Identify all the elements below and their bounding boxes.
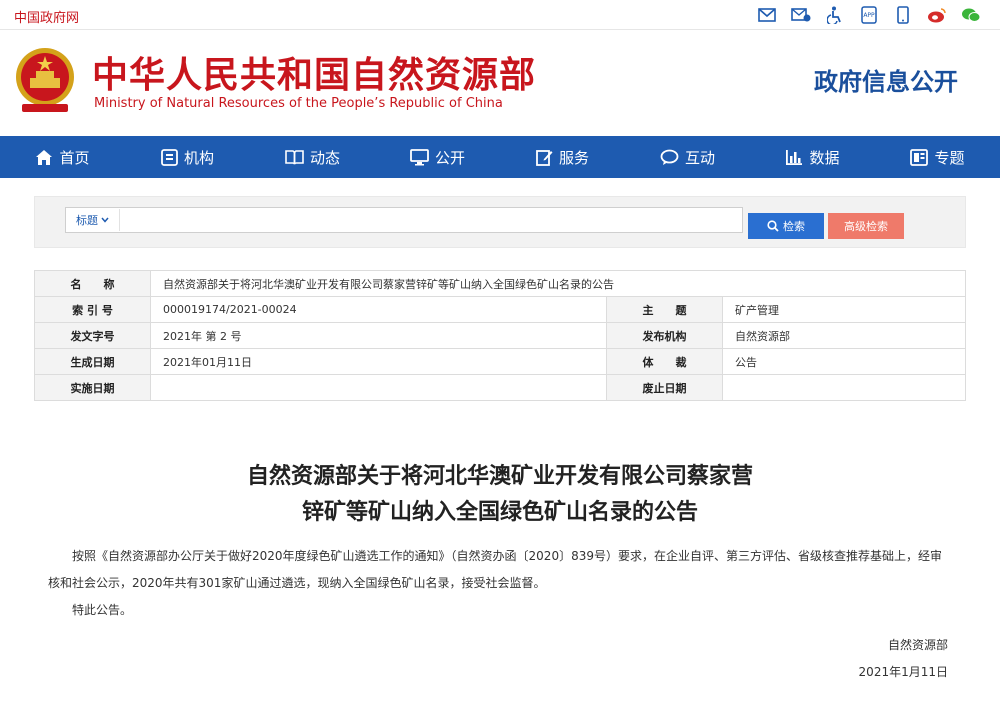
main-nav: 首页 机构 动态 公开 服务 互动 数据 专题 [0, 136, 1000, 178]
meta-value: 自然资源部关于将河北华澳矿业开发有限公司蔡家营锌矿等矿山纳入全国绿色矿山名录的公… [150, 270, 966, 297]
main-content: 标题 检索 高级检索 名 称 自然资源部关于将河北华澳矿业开发有限公司蔡家营锌矿… [34, 196, 966, 686]
app-icon[interactable]: APP [858, 5, 880, 25]
topic-icon [910, 148, 929, 166]
contact-icon[interactable] [790, 5, 812, 25]
gov-portal-link[interactable]: 中国政府网 [14, 7, 79, 26]
signature-date: 2021年1月11日 [858, 665, 948, 679]
accessibility-icon[interactable] [824, 5, 846, 25]
nav-label: 公开 [434, 148, 465, 167]
weibo-icon[interactable] [926, 5, 948, 25]
article-paragraph: 按照《自然资源部办公厅关于做好2020年度绿色矿山遴选工作的通知》（自然资办函〔… [48, 549, 942, 590]
table-row: 生成日期 2021年01月11日 体 裁 公告 [34, 348, 966, 375]
meta-value [722, 374, 966, 401]
search-type-label: 标题 [76, 214, 98, 227]
meta-value: 2021年01月11日 [150, 348, 607, 375]
edit-icon [536, 149, 553, 166]
nav-item-data[interactable]: 数据 [750, 136, 875, 178]
search-panel: 标题 检索 高级检索 [34, 196, 966, 248]
table-row: 实施日期 废止日期 [34, 374, 966, 401]
article-title-line: 自然资源部关于将河北华澳矿业开发有限公司蔡家营 [246, 464, 753, 489]
meta-label: 名 称 [34, 270, 151, 297]
search-type-select[interactable]: 标题 [66, 208, 119, 232]
nav-label: 机构 [183, 148, 214, 167]
meta-value: 自然资源部 [722, 322, 966, 349]
monitor-icon [410, 148, 429, 165]
meta-value: 2021年 第 2 号 [150, 322, 607, 349]
article-body: 按照《自然资源部办公厅关于做好2020年度绿色矿山遴选工作的通知》（自然资办函〔… [34, 543, 966, 624]
book-icon [285, 150, 304, 165]
national-emblem-icon [14, 44, 76, 114]
mail-icon[interactable] [756, 5, 778, 25]
search-icon [767, 220, 779, 232]
meta-label: 生成日期 [34, 348, 151, 375]
table-row: 发文字号 2021年 第 2 号 发布机构 自然资源部 [34, 322, 966, 349]
table-row: 索 引 号 000019174/2021-00024 主 题 矿产管理 [34, 296, 966, 323]
chat-icon [660, 149, 679, 165]
nav-item-open[interactable]: 公开 [375, 136, 500, 178]
top-icons: APP [756, 5, 982, 25]
meta-label: 发文字号 [34, 322, 151, 349]
ministry-title-en: Ministry of Natural Resources of the Peo… [94, 96, 503, 111]
article-title: 自然资源部关于将河北华澳矿业开发有限公司蔡家营 锌矿等矿山纳入全国绿色矿山名录的… [34, 459, 966, 531]
meta-label: 主 题 [606, 296, 723, 323]
top-bar: 中国政府网 APP [0, 0, 1000, 30]
search-field: 标题 [65, 207, 743, 233]
nav-item-news[interactable]: 动态 [250, 136, 375, 178]
nav-label: 首页 [59, 148, 90, 167]
ministry-title: 中华人民共和国自然资源部 [92, 55, 537, 96]
nav-item-interact[interactable]: 互动 [625, 136, 750, 178]
nav-item-org[interactable]: 机构 [125, 136, 250, 178]
meta-label: 体 裁 [606, 348, 723, 375]
mobile-icon[interactable] [892, 5, 914, 25]
gov-info-disclosure-title: 政府信息公开 [814, 68, 958, 96]
nav-label: 服务 [558, 148, 589, 167]
document-meta-table: 名 称 自然资源部关于将河北华澳矿业开发有限公司蔡家营锌矿等矿山纳入全国绿色矿山… [34, 270, 966, 401]
site-header: 中华人民共和国自然资源部 Ministry of Natural Resourc… [0, 30, 1000, 136]
nav-label: 专题 [934, 148, 965, 167]
nav-item-topic[interactable]: 专题 [875, 136, 1000, 178]
svg-text:APP: APP [863, 12, 875, 19]
meta-value: 公告 [722, 348, 966, 375]
search-button-label: 检索 [783, 220, 805, 233]
meta-label: 废止日期 [606, 374, 723, 401]
chevron-down-icon [101, 217, 109, 223]
meta-value [150, 374, 607, 401]
meta-value: 矿产管理 [722, 296, 966, 323]
article-title-line: 锌矿等矿山纳入全国绿色矿山名录的公告 [301, 500, 698, 525]
advanced-search-button[interactable]: 高级检索 [828, 213, 904, 239]
signer: 自然资源部 [887, 638, 948, 652]
meta-label: 实施日期 [34, 374, 151, 401]
table-row: 名 称 自然资源部关于将河北华澳矿业开发有限公司蔡家营锌矿等矿山纳入全国绿色矿山… [34, 270, 966, 297]
meta-value: 000019174/2021-00024 [150, 296, 607, 323]
search-button[interactable]: 检索 [748, 213, 824, 239]
nav-label: 动态 [309, 148, 340, 167]
nav-label: 互动 [684, 148, 715, 167]
nav-label: 数据 [809, 148, 840, 167]
chart-icon [786, 149, 803, 165]
search-input[interactable] [119, 209, 742, 231]
home-icon [36, 149, 53, 165]
article-signature: 自然资源部 2021年1月11日 [34, 632, 966, 686]
org-icon [161, 148, 178, 166]
meta-label: 索 引 号 [34, 296, 151, 323]
meta-label: 发布机构 [606, 322, 723, 349]
article-paragraph: 特此公告。 [72, 603, 133, 617]
wechat-icon[interactable] [960, 5, 982, 25]
nav-item-home[interactable]: 首页 [0, 136, 125, 178]
nav-item-service[interactable]: 服务 [500, 136, 625, 178]
